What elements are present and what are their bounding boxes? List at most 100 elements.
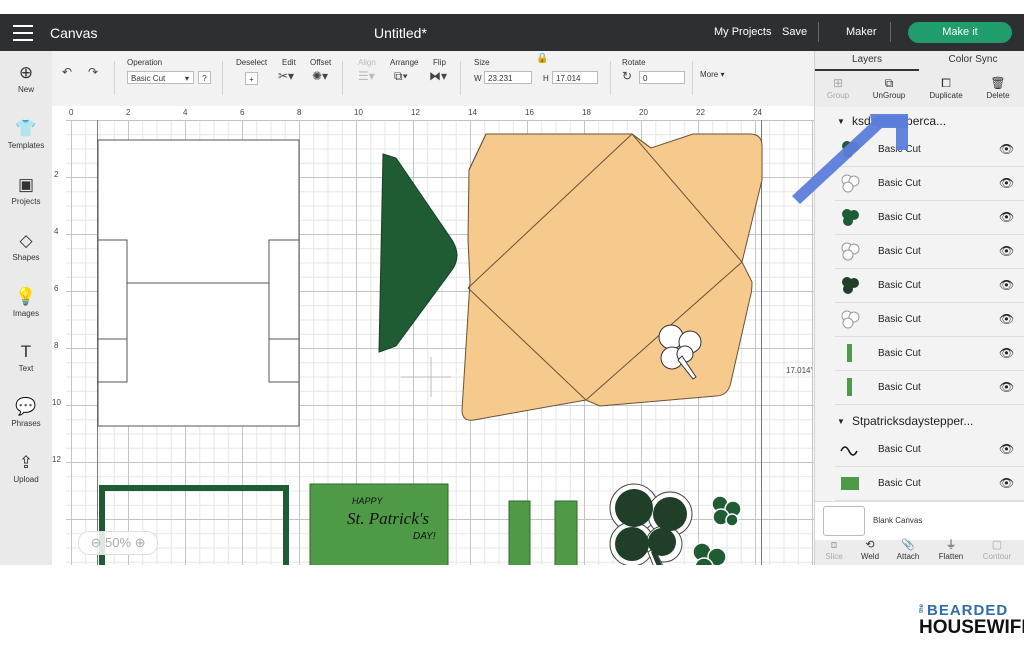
design-space-window: Canvas Untitled* My Projects Save Maker … (0, 14, 1024, 565)
ruler-tick-label: 22 (696, 108, 705, 117)
rotate-label: Rotate (622, 58, 646, 67)
tab-layers[interactable]: Layers (815, 51, 919, 71)
my-projects-link[interactable]: My Projects (714, 26, 771, 38)
eye-icon[interactable]: 👁 (999, 476, 1014, 490)
layer-row[interactable]: Basic Cut 👁 (835, 337, 1024, 371)
undo-icon[interactable]: ↶ (62, 65, 72, 79)
green-bar-shape[interactable] (554, 500, 578, 565)
arrange-icon[interactable]: ⧉▾ (394, 69, 408, 84)
layer-name: Basic Cut (878, 382, 921, 393)
weld-icon: ⟲ (865, 539, 875, 551)
layer-row[interactable]: Basic Cut 👁 (835, 303, 1024, 337)
ruler-tick-label: 6 (54, 284, 59, 293)
duplicate-label: Duplicate (929, 91, 963, 100)
duplicate-button[interactable]: ⧠ Duplicate (925, 75, 967, 100)
logo-housewife: HOUSEWIFE (919, 617, 1024, 638)
sidebar-item-new[interactable]: ⊕ New (0, 63, 52, 94)
sidebar-item-upload[interactable]: ⇪ Upload (0, 453, 52, 484)
make-it-button[interactable]: Make it (908, 22, 1012, 43)
zoom-in-icon[interactable]: ⊕ (135, 535, 146, 550)
envelope-shape[interactable] (461, 133, 763, 421)
divider (114, 61, 115, 95)
card-text-happy: HAPPY (352, 496, 384, 506)
height-input[interactable]: 17.014 (552, 71, 598, 84)
group-icon: ⊞ (832, 76, 844, 90)
plus-circle-icon: ⊕ (18, 63, 34, 82)
small-shamrock-shape[interactable] (692, 542, 727, 565)
large-shamrock-shape[interactable] (609, 483, 693, 565)
deselect-button[interactable]: + (245, 72, 258, 85)
blank-canvas-swatch[interactable] (823, 506, 865, 536)
green-flap-shape[interactable] (378, 153, 458, 353)
rotate-input[interactable]: 0 (639, 71, 685, 84)
chevron-down-icon[interactable]: ▼ (837, 417, 845, 426)
group-button[interactable]: ⊞ Group (823, 75, 853, 100)
sidebar-item-images[interactable]: 💡 Images (0, 287, 52, 318)
dark-shamrock-thumbnail (842, 277, 859, 294)
machine-selector[interactable]: Maker (846, 26, 877, 38)
sidebar-item-label: Images (12, 309, 40, 318)
eye-icon[interactable]: 👁 (999, 142, 1014, 156)
eye-icon[interactable]: 👁 (999, 244, 1014, 258)
eye-icon[interactable]: 👁 (999, 312, 1014, 326)
flip-icon[interactable]: ⧓▾ (429, 69, 447, 83)
design-canvas[interactable]: HAPPY St. Patrick's DAY! 17.014' ⊖ 50% ⊕ (66, 120, 814, 565)
sidebar-item-projects[interactable]: ▣ Projects (0, 175, 52, 206)
green-bar-shape[interactable] (508, 500, 531, 565)
align-icon[interactable]: ☰▾ (358, 69, 375, 83)
help-button[interactable]: ? (198, 71, 211, 84)
lock-icon[interactable]: 🔒 (536, 53, 548, 64)
redo-icon[interactable]: ↷ (88, 65, 98, 79)
ruler-tick-label: 0 (69, 108, 74, 117)
scissors-icon[interactable]: ✂▾ (278, 69, 294, 83)
layer-row[interactable]: Basic Cut 👁 (835, 371, 1024, 405)
contour-button[interactable]: ▢ Contour (977, 539, 1017, 561)
ruler-tick-label: 10 (52, 398, 61, 407)
tab-color-sync[interactable]: Color Sync (921, 51, 1024, 69)
layer-row[interactable]: Basic Cut 👁 (835, 269, 1024, 303)
size-label: Size (474, 58, 490, 67)
sidebar-item-shapes[interactable]: ◇ Shapes (0, 231, 52, 262)
green-bar-thumbnail (847, 378, 852, 396)
group-name: Stpatricksdaystepper... (852, 414, 974, 428)
eye-icon[interactable]: 👁 (999, 442, 1014, 456)
offset-icon[interactable]: ✺▾ (312, 69, 328, 83)
small-shamrock-shape[interactable] (711, 495, 742, 527)
operation-select[interactable]: Basic Cut ▾ (127, 71, 194, 84)
ungroup-button[interactable]: ⧉ UnGroup (869, 75, 909, 100)
operation-label: Operation (127, 58, 163, 67)
attach-label: Attach (896, 552, 920, 561)
sidebar-item-label: Phrases (11, 419, 41, 428)
layer-name: Basic Cut (878, 348, 921, 359)
width-input[interactable]: 23.231 (484, 71, 532, 84)
width-label: W (474, 74, 482, 83)
sidebar-item-phrases[interactable]: 💬 Phrases (0, 397, 52, 428)
flatten-button[interactable]: ⏚ Flatten (933, 539, 969, 561)
attach-button[interactable]: 📎 Attach (893, 539, 923, 561)
eye-icon[interactable]: 👁 (999, 278, 1014, 292)
layer-row[interactable]: Basic Cut 👁 (835, 433, 1024, 467)
green-rect-thumbnail (841, 477, 859, 490)
save-link[interactable]: Save (782, 26, 807, 38)
sidebar-item-templates[interactable]: 👕 Templates (0, 119, 52, 150)
eye-icon[interactable]: 👁 (999, 176, 1014, 190)
card-template-outline[interactable] (97, 139, 300, 427)
eye-icon[interactable]: 👁 (999, 380, 1014, 394)
eye-icon[interactable]: 👁 (999, 210, 1014, 224)
ruler-tick-label: 12 (52, 455, 61, 464)
sidebar-item-label: Upload (13, 475, 39, 484)
menu-icon[interactable] (13, 25, 33, 41)
delete-button[interactable]: 🗑 Delete (983, 75, 1013, 100)
weld-button[interactable]: ⟲ Weld (855, 539, 885, 561)
zoom-control[interactable]: ⊖ 50% ⊕ (78, 531, 158, 555)
blank-canvas-row[interactable]: Blank Canvas (815, 501, 1024, 540)
zoom-out-icon[interactable]: ⊖ (90, 535, 101, 550)
more-menu[interactable]: More ▾ (700, 70, 724, 79)
sidebar-item-text[interactable]: T Text (0, 342, 52, 373)
slice-button[interactable]: ⧈ Slice (819, 539, 849, 561)
layer-row[interactable]: Basic Cut 👁 (835, 467, 1024, 501)
chevron-down-icon: ▾ (184, 74, 189, 83)
layer-row[interactable]: Basic Cut 👁 (835, 235, 1024, 269)
eye-icon[interactable]: 👁 (999, 346, 1014, 360)
divider (818, 22, 819, 42)
